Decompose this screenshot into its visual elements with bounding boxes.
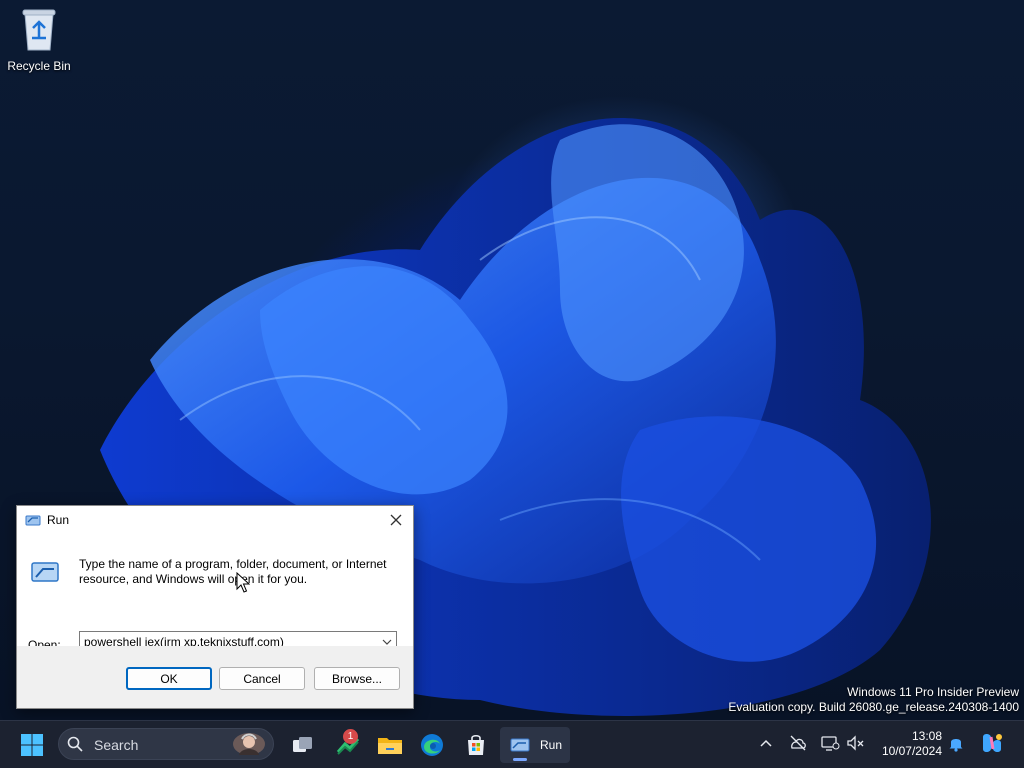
- notification-badge: 1: [343, 729, 358, 744]
- run-body: Type the name of a program, folder, docu…: [17, 534, 413, 652]
- taskbar-run-button[interactable]: Run: [500, 727, 570, 763]
- volume-muted-icon[interactable]: [846, 733, 866, 753]
- watermark-line-2: Evaluation copy. Build 26080.ge_release.…: [728, 700, 1019, 714]
- browse-button[interactable]: Browse...: [314, 667, 400, 690]
- windows-start-icon: [21, 734, 43, 756]
- clock-time: 13:08: [911, 729, 942, 743]
- cloud-offline-icon[interactable]: [788, 733, 808, 753]
- taskbar: Search 1 Run 13:08 10/07/2024: [0, 720, 1024, 768]
- copilot-icon[interactable]: [980, 731, 1004, 755]
- file-explorer-icon: [378, 738, 402, 754]
- task-view-button[interactable]: [285, 727, 321, 763]
- edge-icon: [421, 734, 443, 756]
- desktop-icon-recycle-bin[interactable]: Recycle Bin: [6, 6, 72, 73]
- watermark-line-1: Windows 11 Pro Insider Preview: [847, 685, 1019, 699]
- bell-icon[interactable]: [946, 733, 966, 753]
- mouse-cursor-icon: [236, 572, 250, 593]
- display-icon[interactable]: [820, 733, 840, 753]
- search-icon: [67, 736, 83, 752]
- evaluation-watermark: Windows 11 Pro Insider Preview Evaluatio…: [728, 685, 1019, 715]
- search-placeholder: Search: [94, 737, 139, 753]
- recycle-bin-label: Recycle Bin: [7, 59, 71, 73]
- clock-date: 10/07/2024: [881, 744, 942, 758]
- clock[interactable]: 13:08 10/07/2024: [874, 729, 942, 759]
- run-icon: [510, 738, 530, 752]
- file-explorer-button[interactable]: [372, 727, 408, 763]
- edge-button[interactable]: [414, 727, 450, 763]
- run-titlebar[interactable]: Run: [17, 506, 413, 534]
- run-title: Run: [47, 513, 70, 527]
- microsoft-store-button[interactable]: [458, 727, 494, 763]
- search-highlight-icon[interactable]: [231, 731, 267, 757]
- run-footer: OK Cancel Browse...: [17, 646, 413, 708]
- run-program-icon: [31, 562, 59, 582]
- store-icon: [468, 734, 484, 755]
- recycle-bin-icon: [22, 9, 56, 51]
- taskbar-search[interactable]: Search: [58, 728, 274, 760]
- ok-button[interactable]: OK: [126, 667, 212, 690]
- start-button[interactable]: [14, 727, 50, 763]
- close-icon[interactable]: [387, 511, 405, 529]
- active-app-indicator: [513, 758, 527, 761]
- taskbar-run-label: Run: [540, 738, 563, 752]
- run-icon: [25, 515, 41, 526]
- run-dialog: Run Type the name of a program, folder, …: [16, 505, 414, 709]
- chevron-up-icon[interactable]: [756, 733, 776, 753]
- task-view-icon: [293, 737, 312, 752]
- cancel-button[interactable]: Cancel: [219, 667, 305, 690]
